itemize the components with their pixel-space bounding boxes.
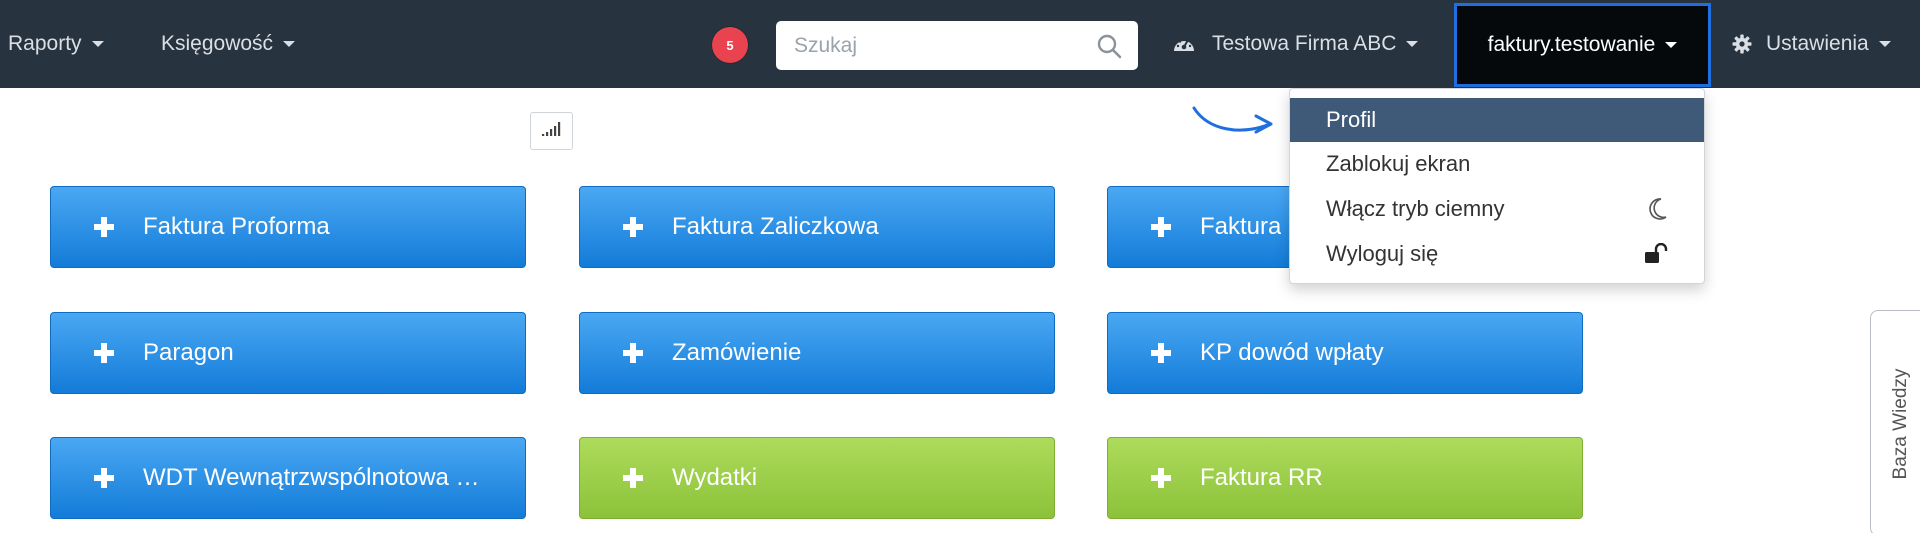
plus-icon [1148,465,1174,491]
tile-label: Faktura Proforma [143,213,330,240]
plus-icon [1148,340,1174,366]
caret-down-icon [1878,41,1891,47]
search-input[interactable] [776,21,1088,70]
menu-item-lock-screen[interactable]: Zablokuj ekran [1290,142,1704,186]
caret-down-icon [1406,41,1419,47]
new-rr-invoice-button[interactable]: Faktura RR [1107,437,1583,519]
dashboard-icon [1172,34,1196,54]
search-box [776,21,1138,70]
menu-item-label: Włącz tryb ciemny [1326,196,1505,221]
unlock-icon [1644,243,1668,265]
settings-label: Ustawienia [1766,32,1869,55]
menu-item-dark-mode[interactable]: Włącz tryb ciemny [1290,187,1704,231]
company-label: Testowa Firma ABC [1212,32,1397,55]
tile-label: KP dowód wpłaty [1200,339,1384,366]
nav-accounting-menu[interactable]: Księgowość [161,0,296,88]
new-proforma-invoice-button[interactable]: Faktura Proforma [50,186,526,268]
pointer-arrow-icon [1190,100,1276,145]
plus-icon [91,214,117,240]
tile-label: Zamówienie [672,339,802,366]
menu-item-profile[interactable]: Profil [1290,98,1704,142]
tile-label: Faktura [1200,213,1282,240]
new-receipt-button[interactable]: Paragon [50,312,526,394]
nav-accounting-label: Księgowość [161,32,274,55]
settings-menu[interactable]: Ustawienia [1732,0,1891,88]
tile-label: WDT Wewnątrzwspólnotowa … [143,464,480,491]
user-dropdown-menu: Profil Zablokuj ekran Włącz tryb ciemny … [1289,88,1705,284]
notifications-badge[interactable]: 5 [712,27,748,63]
menu-item-label: Zablokuj ekran [1326,151,1471,176]
new-expense-button[interactable]: Wydatki [579,437,1055,519]
knowledge-base-tab[interactable]: Baza Wiedzy [1870,310,1920,533]
new-wdt-button[interactable]: WDT Wewnątrzwspólnotowa … [50,437,526,519]
signal-bars-icon [541,121,563,142]
tile-label: Wydatki [672,464,758,491]
moon-icon [1646,197,1668,221]
top-navbar: Raporty Księgowość 5 Szukaj Testowa Firm… [0,0,1920,88]
caret-down-icon [1665,42,1678,48]
plus-icon [1148,214,1174,240]
nav-reports-menu[interactable]: Raporty [8,0,104,88]
notifications-count: 5 [726,37,734,53]
user-menu-label: faktury.testowanie [1487,33,1656,56]
caret-down-icon [91,41,104,47]
knowledge-base-label: Baza Wiedzy [1890,368,1911,480]
plus-icon [620,214,646,240]
search-icon[interactable] [1088,25,1130,67]
menu-item-label: Profil [1326,107,1377,132]
company-selector[interactable]: Testowa Firma ABC [1172,0,1419,88]
tile-label: Faktura RR [1200,464,1323,491]
tile-label: Paragon [143,339,234,366]
plus-icon [620,465,646,491]
tile-label: Faktura Zaliczkowa [672,213,879,240]
new-order-button[interactable]: Zamówienie [579,312,1055,394]
user-menu-toggle[interactable]: faktury.testowanie [1454,3,1711,87]
new-cash-receipt-button[interactable]: KP dowód wpłaty [1107,312,1583,394]
menu-item-logout[interactable]: Wyloguj się [1290,232,1704,276]
gear-icon [1732,34,1752,54]
nav-reports-label: Raporty [8,32,82,55]
plus-icon [91,340,117,366]
caret-down-icon [283,41,296,47]
signal-strength-button[interactable] [530,112,573,150]
plus-icon [620,340,646,366]
plus-icon [91,465,117,491]
menu-item-label: Wyloguj się [1326,241,1439,266]
new-advance-invoice-button[interactable]: Faktura Zaliczkowa [579,186,1055,268]
